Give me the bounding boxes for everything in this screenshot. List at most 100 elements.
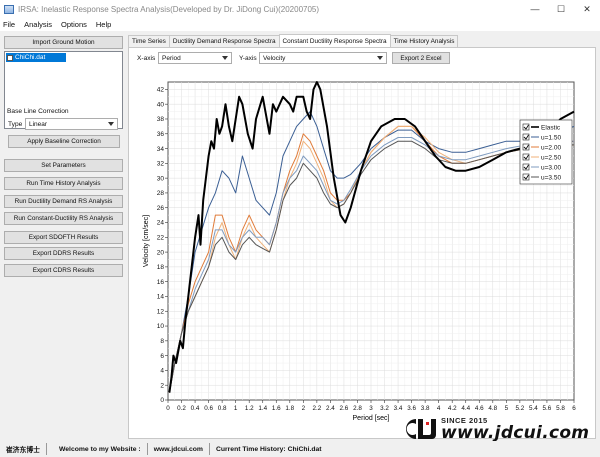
- y-tick-label: 34: [157, 146, 165, 153]
- x-tick-label: 0.4: [191, 405, 200, 412]
- window-title: IRSA: Inelastic Response Spectra Analysi…: [18, 4, 320, 14]
- y-tick-label: 6: [160, 353, 164, 360]
- y-tick-label: 26: [157, 205, 165, 212]
- x-tick-label: 5.4: [529, 405, 538, 412]
- x-tick-label: 4: [437, 405, 441, 412]
- x-tick-label: 0.8: [218, 405, 227, 412]
- legend-entry: u=1.50: [541, 134, 561, 141]
- x-tick-label: 3: [369, 405, 373, 412]
- y-axis-label: Velocity [cm/sec]: [143, 215, 150, 267]
- y-tick-label: 16: [157, 279, 165, 286]
- x-axis-label: Period [sec]: [353, 415, 390, 422]
- chevron-down-icon: [108, 122, 114, 126]
- xaxis-select[interactable]: Period: [158, 52, 232, 64]
- left-panel: Import Ground Motion ChiChi.dat Base Lin…: [0, 31, 128, 437]
- y-tick-label: 42: [157, 87, 165, 94]
- x-tick-label: 4.4: [461, 405, 470, 412]
- x-tick-label: 1.4: [258, 405, 267, 412]
- x-tick-label: 0: [166, 405, 170, 412]
- y-tick-label: 8: [160, 338, 164, 345]
- x-tick-label: 1.8: [285, 405, 294, 412]
- run-ductility-demand-button[interactable]: Run Ductility Demand RS Analysis: [4, 195, 123, 208]
- status-author: 崔济东博士: [6, 447, 40, 454]
- x-tick-label: 3.4: [394, 405, 403, 412]
- x-tick-label: 5.8: [556, 405, 565, 412]
- x-tick-label: 4.8: [488, 405, 497, 412]
- tab-ductility-demand[interactable]: Ductility Demand Response Spectra: [168, 35, 280, 47]
- minimize-button[interactable]: —: [522, 0, 548, 18]
- y-tick-label: 18: [157, 264, 165, 271]
- baseline-type-select[interactable]: Linear: [25, 118, 118, 130]
- yaxis-select[interactable]: Velocity: [259, 52, 387, 64]
- x-tick-label: 5.6: [543, 405, 552, 412]
- status-current-history: Current Time History: ChiChi.dat: [215, 445, 322, 453]
- tab-time-series[interactable]: Time Series: [128, 35, 170, 47]
- x-tick-label: 0.6: [204, 405, 213, 412]
- tab-time-history[interactable]: Time History Analysis: [389, 35, 459, 47]
- y-tick-label: 2: [160, 382, 164, 389]
- status-welcome: Welcome to my Website :: [58, 445, 141, 453]
- import-ground-motion-button[interactable]: Import Ground Motion: [4, 36, 123, 49]
- x-tick-label: 0.2: [177, 405, 186, 412]
- file-list-item[interactable]: ChiChi.dat: [6, 53, 66, 62]
- y-tick-label: 28: [157, 190, 165, 197]
- x-tick-label: 6: [572, 405, 576, 412]
- legend-entry: u=2.50: [541, 154, 561, 161]
- export-ddrs-button[interactable]: Export DDRS Results: [4, 247, 123, 260]
- x-tick-label: 4.2: [448, 405, 457, 412]
- status-bar: 崔济东博士 Welcome to my Website : www.jdcui.…: [0, 441, 600, 457]
- x-tick-label: 2.8: [353, 405, 362, 412]
- legend-entry: u=3.50: [541, 174, 561, 181]
- menu-file[interactable]: File: [3, 20, 15, 29]
- x-tick-label: 5.2: [515, 405, 524, 412]
- export-cdrs-button[interactable]: Export CDRS Results: [4, 264, 123, 277]
- menu-options[interactable]: Options: [61, 20, 87, 29]
- y-tick-label: 24: [157, 220, 165, 227]
- jdcui-logo-icon: [402, 416, 438, 442]
- y-tick-label: 10: [157, 323, 165, 330]
- title-bar: IRSA: Inelastic Response Spectra Analysi…: [0, 0, 600, 18]
- file-item-label: ChiChi.dat: [15, 54, 46, 61]
- x-tick-label: 3.8: [421, 405, 430, 412]
- x-tick-label: 4.6: [475, 405, 484, 412]
- file-checkbox[interactable]: [7, 54, 13, 61]
- maximize-button[interactable]: ☐: [548, 0, 574, 18]
- run-constant-ductility-button[interactable]: Run Constant-Ductility RS Analysis: [4, 212, 123, 225]
- x-tick-label: 2: [302, 405, 306, 412]
- app-icon: [4, 4, 14, 14]
- baseline-heading: Base Line Correction: [7, 108, 69, 115]
- jdcui-watermark: SINCE 2015 www.jdcui.com: [402, 416, 589, 442]
- set-parameters-button[interactable]: Set Parameters: [4, 159, 123, 172]
- x-tick-label: 3.6: [407, 405, 416, 412]
- watermark-url: www.jdcui.com: [441, 423, 590, 443]
- menu-bar: File Analysis Options Help: [0, 18, 600, 31]
- chevron-down-icon: [377, 56, 383, 60]
- xaxis-label: X-axis: [137, 55, 156, 62]
- x-tick-label: 2.4: [326, 405, 335, 412]
- close-button[interactable]: ✕: [574, 0, 600, 18]
- tab-strip: Time Series Ductility Demand Response Sp…: [128, 34, 459, 47]
- x-tick-label: 5: [505, 405, 509, 412]
- yaxis-label: Y-axis: [239, 55, 257, 62]
- menu-analysis[interactable]: Analysis: [24, 20, 52, 29]
- legend-entry: Elastic: [541, 124, 561, 131]
- type-label: Type: [8, 121, 23, 128]
- export-sdofth-button[interactable]: Export SDOFTH Results: [4, 231, 123, 244]
- run-time-history-button[interactable]: Run Time History Analysis: [4, 177, 123, 190]
- chevron-down-icon: [222, 56, 228, 60]
- apply-baseline-button[interactable]: Apply Baseline Correction: [8, 135, 120, 148]
- y-tick-label: 12: [157, 308, 165, 315]
- xaxis-value: Period: [162, 54, 181, 62]
- export-excel-button[interactable]: Export 2 Excel: [392, 52, 450, 64]
- y-tick-label: 4: [160, 368, 164, 375]
- tab-constant-ductility[interactable]: Constant Ductility Response Spectra: [278, 34, 391, 47]
- y-tick-label: 0: [160, 397, 164, 404]
- menu-help[interactable]: Help: [96, 20, 111, 29]
- x-tick-label: 2.2: [312, 405, 321, 412]
- status-website-link[interactable]: www.jdcui.com: [148, 446, 209, 453]
- legend-entry: u=2.00: [541, 144, 561, 151]
- y-tick-label: 40: [157, 101, 165, 108]
- y-tick-label: 32: [157, 161, 165, 168]
- y-tick-label: 22: [157, 235, 165, 242]
- response-spectrum-chart: 0 0.2 0.4 0.6 0.8 1 1.2 1.4 1.6 1.8 2 2.2 2.4 2.6 2.8 3…: [143, 81, 576, 422]
